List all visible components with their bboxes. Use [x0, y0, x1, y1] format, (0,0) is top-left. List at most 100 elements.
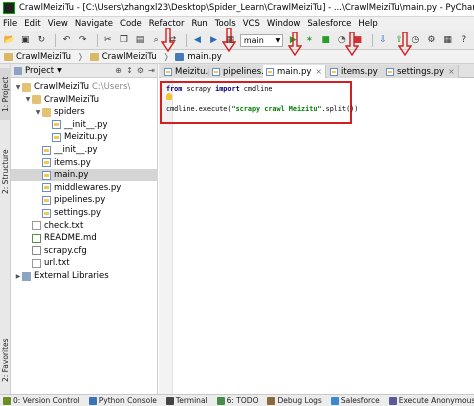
python-file-icon [42, 183, 51, 193]
breadcrumb-label: CrawlMeiziTu [101, 51, 157, 62]
debug-icon[interactable]: ✶ [303, 34, 315, 47]
tree-item[interactable]: main.py [11, 169, 158, 182]
cut-icon[interactable]: ✂ [102, 34, 114, 47]
menu-file[interactable]: File [3, 19, 17, 29]
project-view-select[interactable]: Project ▼ [14, 66, 62, 76]
help-icon[interactable]: ? [458, 34, 470, 47]
annotation-arrow-icon [222, 28, 236, 52]
breadcrumb-separator: ❭ [162, 52, 170, 61]
highlight-box: from scrapy import cmdline cmdline.execu… [160, 81, 358, 124]
tree-item-label: CrawlMeiziTu [44, 94, 99, 105]
expand-arrow-icon[interactable]: ▼ [14, 84, 22, 91]
expand-arrow-icon[interactable]: ▼ [34, 109, 42, 116]
project-panel-header: Project ▼ ⊕ ↕ ⚙ ⇥ [11, 64, 157, 78]
menu-vcs[interactable]: VCS [243, 19, 260, 29]
tab-structure[interactable]: 2: Structure [0, 142, 11, 202]
bottom-tool-button[interactable]: Execute Anonymous [388, 396, 474, 405]
hide-icon[interactable]: ⇥ [146, 66, 157, 75]
toolbar-divider [186, 33, 188, 47]
tree-item[interactable]: ▼ spiders [11, 106, 158, 118]
python-file-icon [42, 170, 51, 180]
breadcrumb-item[interactable]: CrawlMeiziTu [89, 51, 157, 62]
menu-window[interactable]: Window [267, 19, 301, 29]
editor-tab[interactable]: settings.py × [383, 65, 459, 78]
tree-item[interactable]: README.md [11, 232, 158, 244]
copy-icon[interactable]: ❐ [118, 34, 130, 47]
menu-navigate[interactable]: Navigate [75, 19, 113, 29]
tree-item[interactable]: scrapy.cfg [11, 245, 158, 257]
editor-tab[interactable]: main.py × [263, 65, 327, 78]
menu-view[interactable]: View [48, 19, 68, 29]
menu-run[interactable]: Run [191, 19, 207, 29]
breadcrumb-item[interactable]: CrawlMeiziTu [4, 52, 71, 62]
tab-project[interactable]: 1: Project [0, 68, 11, 120]
bottom-tool-button[interactable]: 6: TODO [216, 396, 259, 405]
collapse-arrow-icon[interactable]: ▶ [14, 273, 22, 280]
code-text: scrapy [182, 85, 216, 93]
menu-salesforce[interactable]: Salesforce [307, 19, 351, 29]
chevron-down-icon: ▼ [57, 67, 62, 74]
tree-item[interactable]: ▼ CrawlMeiziTu C:\Users\ [11, 81, 158, 93]
tree-item[interactable]: pipelines.py [11, 194, 158, 206]
bottom-tool-button[interactable]: Terminal [165, 396, 208, 405]
config-file-icon [32, 246, 41, 256]
tree-item[interactable]: ▼ CrawlMeiziTu [11, 94, 158, 106]
bottom-tool-button[interactable]: Salesforce [330, 396, 380, 405]
python-file-icon [52, 132, 61, 142]
project-structure-icon[interactable]: ▦ [442, 34, 454, 47]
toolbar-divider [371, 33, 373, 47]
close-icon[interactable]: × [448, 67, 455, 76]
open-folder-icon[interactable]: 📂 [3, 34, 15, 47]
undo-icon[interactable]: ↶ [60, 34, 72, 47]
menu-help[interactable]: Help [358, 19, 377, 29]
toolbar-divider [96, 33, 98, 47]
code-text: .split()) [321, 105, 359, 113]
vcs-update-icon[interactable]: ⇩ [377, 34, 389, 47]
close-icon[interactable]: × [315, 67, 322, 76]
expand-arrow-icon[interactable]: ▼ [24, 96, 32, 103]
sync-icon[interactable]: ↻ [35, 34, 47, 47]
bottom-tool-label: Salesforce [340, 396, 380, 405]
menu-code[interactable]: Code [120, 19, 142, 29]
menu-edit[interactable]: Edit [24, 19, 40, 29]
run-config-select[interactable]: main ▼ [239, 33, 284, 47]
project-panel: Project ▼ ⊕ ↕ ⚙ ⇥ ▼ CrawlMeiziTu C:\Users\… [11, 64, 158, 394]
tree-item[interactable]: __init__.py [11, 144, 158, 156]
tree-item[interactable]: url.txt [11, 257, 158, 269]
tree-item[interactable]: items.py [11, 157, 158, 169]
python-file-icon [42, 158, 51, 168]
tree-item-label: scrapy.cfg [44, 245, 87, 256]
code-editor[interactable]: from scrapy import cmdline cmdline.execu… [159, 79, 474, 394]
python-file-icon [164, 67, 172, 76]
bottom-tool-label: 6: TODO [226, 396, 259, 405]
forward-icon[interactable]: ▶ [208, 34, 220, 47]
tree-item-label: items.py [54, 157, 91, 168]
coverage-icon[interactable]: ■ [320, 34, 332, 47]
collapse-icon[interactable]: ↕ [124, 66, 135, 75]
tree-item-label: Meizitu.py [64, 132, 108, 143]
tree-item[interactable]: __init__.py [11, 119, 158, 131]
run-config-label: main [243, 35, 264, 45]
tree-item[interactable]: ▶ External Libraries [11, 270, 158, 282]
project-view-label: Project [25, 65, 55, 76]
tool-window-icon [3, 396, 11, 405]
tree-item-label: main.py [54, 170, 89, 181]
tree-item[interactable]: middlewares.py [11, 182, 158, 194]
paste-icon[interactable]: ▤ [134, 34, 146, 47]
save-icon[interactable]: ▣ [19, 34, 31, 47]
tree-item[interactable]: Meizitu.py [11, 131, 158, 143]
redo-icon[interactable]: ↷ [77, 34, 89, 47]
tree-item[interactable]: check.txt [11, 220, 158, 232]
breadcrumb-item[interactable]: main.py [175, 52, 222, 62]
sync-icon[interactable]: ⊕ [113, 66, 124, 75]
tab-favorites[interactable]: 2: Favorites [0, 332, 11, 388]
gear-icon[interactable]: ⚙ [135, 66, 146, 75]
tool-window-icon [267, 396, 276, 405]
settings-icon[interactable]: ⚙ [425, 34, 437, 47]
bottom-tool-button[interactable]: Python Console [88, 396, 157, 405]
bottom-tool-button[interactable]: Debug Logs [267, 396, 322, 405]
bottom-tool-button[interactable]: 0: Version Control [3, 396, 80, 405]
folder-icon [22, 82, 31, 92]
tree-item[interactable]: settings.py [11, 207, 158, 219]
back-icon[interactable]: ◀ [191, 34, 203, 47]
